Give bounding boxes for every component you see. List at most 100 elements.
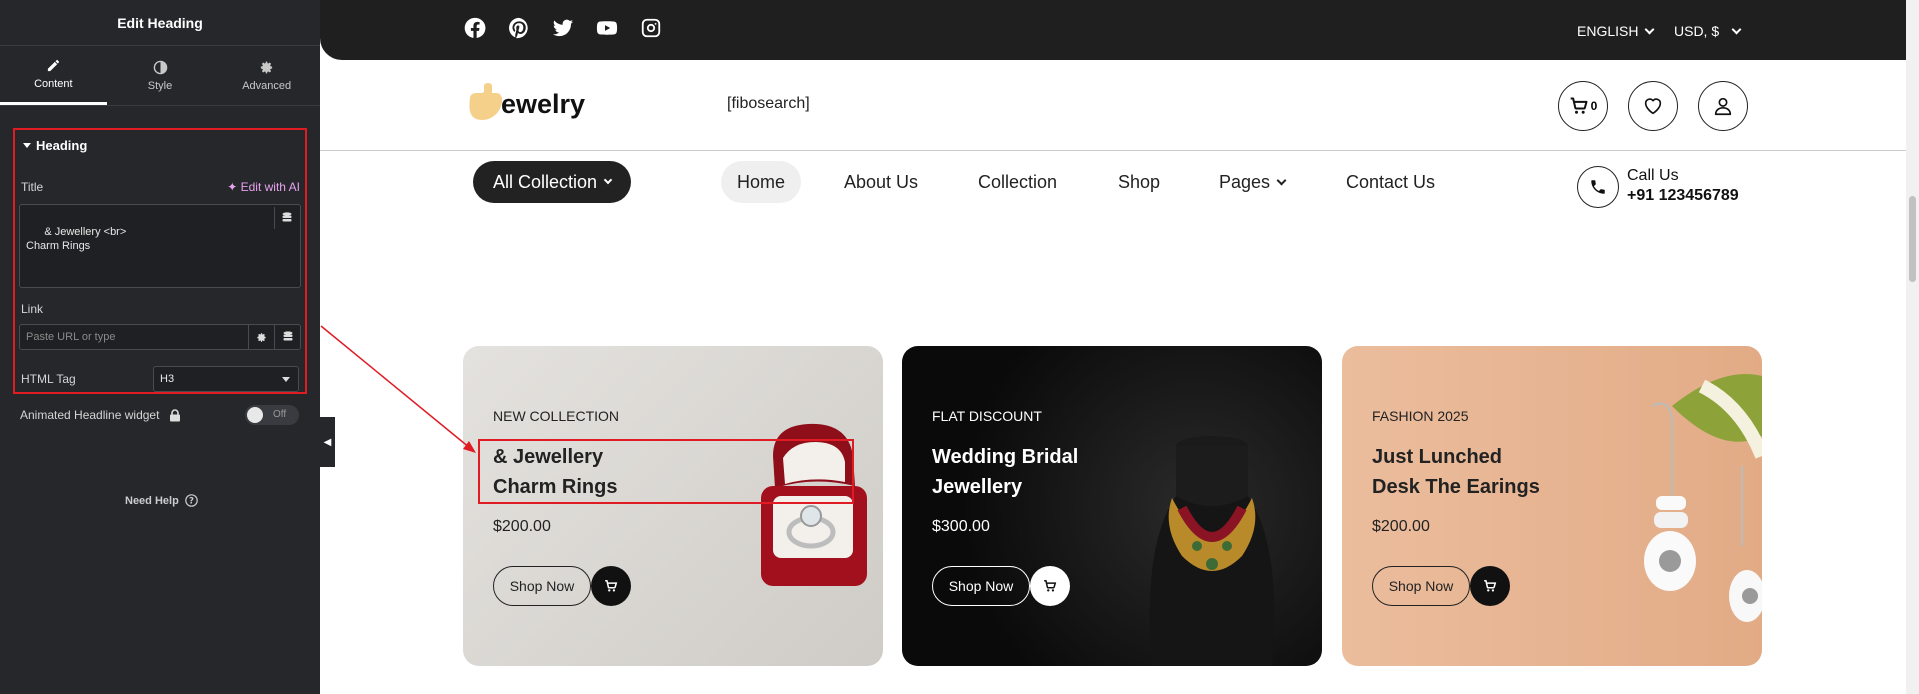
html-tag-value: H3 xyxy=(160,373,175,385)
nav-pages[interactable]: Pages xyxy=(1219,161,1287,203)
need-help-label: Need Help xyxy=(125,494,179,507)
site-logo[interactable]: Jewelry xyxy=(464,82,585,126)
tab-style[interactable]: Style xyxy=(107,46,214,105)
earrings-image xyxy=(1644,374,1762,622)
add-to-cart-button[interactable] xyxy=(591,566,631,606)
title-textarea[interactable]: & Jewellery <br> Charm Rings xyxy=(19,204,301,288)
heading-section: Heading Title ✦ Edit with AI & Jewellery… xyxy=(13,128,307,394)
caret-down-icon xyxy=(23,143,31,148)
call-number: +91 123456789 xyxy=(1627,187,1739,204)
gear-icon xyxy=(261,61,273,73)
phone-button[interactable] xyxy=(1577,166,1619,208)
link-placeholder: Paste URL or type xyxy=(26,331,116,343)
cart-icon xyxy=(605,579,618,592)
edit-with-ai-button[interactable]: ✦ Edit with AI xyxy=(227,180,300,194)
title-textarea-value: & Jewellery <br> Charm Rings xyxy=(26,226,127,252)
instagram-icon[interactable] xyxy=(640,17,662,39)
edit-with-ai-label: Edit with AI xyxy=(240,180,300,194)
tab-content[interactable]: Content xyxy=(0,46,107,105)
site-preview: ENGLISH USD, $ Jewelry [fibosearch] 0 Al… xyxy=(320,0,1919,694)
all-collection-label: All Collection xyxy=(492,171,598,192)
tab-advanced[interactable]: Advanced xyxy=(213,46,320,105)
database-icon xyxy=(282,212,291,222)
html-tag-select[interactable]: H3 xyxy=(153,366,299,392)
wishlist-button[interactable] xyxy=(1628,81,1678,131)
tab-content-label: Content xyxy=(34,78,73,90)
nav-about-us[interactable]: About Us xyxy=(844,161,918,203)
language-dropdown[interactable]: ENGLISH xyxy=(1577,23,1655,39)
dynamic-tags-button[interactable] xyxy=(274,207,298,229)
card-price: $300.00 xyxy=(932,518,990,535)
nav-about-label: About Us xyxy=(844,171,919,192)
header-divider xyxy=(320,150,1906,151)
editor-panel: Edit Heading Content Style Advanced Head… xyxy=(0,0,320,694)
language-label: ENGLISH xyxy=(1577,23,1639,39)
tab-style-label: Style xyxy=(147,79,173,92)
card-heading-line-2: Desk The Earings xyxy=(1372,476,1540,498)
section-title: Heading xyxy=(36,138,88,153)
add-to-cart-button[interactable] xyxy=(1030,566,1070,606)
database-icon xyxy=(283,331,292,341)
scrollbar[interactable] xyxy=(1906,0,1919,694)
search-shortcode: [fibosearch] xyxy=(727,95,810,112)
shop-now-button[interactable]: Shop Now xyxy=(1372,566,1470,606)
call-info: Call Us +91 123456789 xyxy=(1627,166,1739,206)
cart-icon xyxy=(1044,579,1057,592)
all-collection-button[interactable]: All Collection xyxy=(473,161,631,203)
cart-button[interactable]: 0 xyxy=(1558,81,1608,131)
nav-shop[interactable]: Shop xyxy=(1118,161,1160,203)
call-label: Call Us xyxy=(1627,167,1679,184)
toggle-label: Off xyxy=(273,409,287,420)
shop-now-button[interactable]: Shop Now xyxy=(932,566,1030,606)
nav-contact-us[interactable]: Contact Us xyxy=(1346,161,1435,203)
help-circle-icon: ? xyxy=(184,494,198,507)
pinterest-icon[interactable] xyxy=(508,17,530,39)
youtube-icon[interactable] xyxy=(596,17,618,39)
card-price: $200.00 xyxy=(1372,518,1430,535)
chevron-down-icon xyxy=(1731,24,1742,34)
logo-mark-icon xyxy=(464,82,504,126)
link-label: Link xyxy=(21,302,44,316)
twitter-icon[interactable] xyxy=(552,17,574,39)
animated-headline-label: Animated Headline widget xyxy=(20,408,160,422)
card-tag: FASHION 2025 xyxy=(1372,408,1469,424)
scrollbar-thumb[interactable] xyxy=(1909,196,1916,282)
nav-contact-label: Contact Us xyxy=(1346,171,1436,192)
nav-home[interactable]: Home xyxy=(721,161,802,203)
animated-headline-toggle[interactable]: Off xyxy=(245,405,299,425)
nav-pages-label: Pages xyxy=(1219,171,1271,192)
add-to-cart-button[interactable] xyxy=(1470,566,1510,606)
cart-icon xyxy=(1570,97,1588,114)
half-circle-icon xyxy=(153,60,167,74)
section-header[interactable]: Heading xyxy=(23,138,87,153)
currency-dropdown[interactable]: USD, $ xyxy=(1674,23,1742,39)
link-input[interactable]: Paste URL or type xyxy=(19,324,301,350)
top-bar: ENGLISH USD, $ xyxy=(320,0,1906,60)
nav-collection[interactable]: Collection xyxy=(978,161,1057,203)
card-heading-line-1: Just Lunched xyxy=(1372,446,1503,468)
toggle-knob xyxy=(247,407,263,423)
chevron-down-icon xyxy=(1645,24,1655,34)
shop-now-button[interactable]: Shop Now xyxy=(493,566,591,606)
currency-label: USD, $ xyxy=(1674,23,1720,39)
cart-count: 0 xyxy=(1590,99,1598,113)
link-dynamic-button[interactable] xyxy=(274,325,300,349)
pencil-icon xyxy=(47,59,59,72)
lock-icon xyxy=(170,408,181,421)
chevron-down-icon xyxy=(603,175,613,185)
heart-icon xyxy=(1644,98,1662,115)
nav-collection-label: Collection xyxy=(978,171,1058,192)
nav-shop-label: Shop xyxy=(1118,171,1161,192)
necklace-image xyxy=(1149,436,1275,666)
link-options-button[interactable] xyxy=(248,325,274,349)
need-help-link[interactable]: Need Help ? xyxy=(125,494,198,507)
gear-icon xyxy=(257,332,266,342)
card-price: $200.00 xyxy=(493,518,551,535)
chevron-down-icon xyxy=(1276,175,1287,185)
facebook-icon[interactable] xyxy=(464,17,486,39)
account-button[interactable] xyxy=(1698,81,1748,131)
nav-home-label: Home xyxy=(737,171,786,192)
card-heading: Just Lunched Desk The Earings xyxy=(1372,442,1540,502)
card-heading: Wedding Bridal Jewellery xyxy=(932,442,1078,502)
chevron-down-icon xyxy=(282,377,290,382)
